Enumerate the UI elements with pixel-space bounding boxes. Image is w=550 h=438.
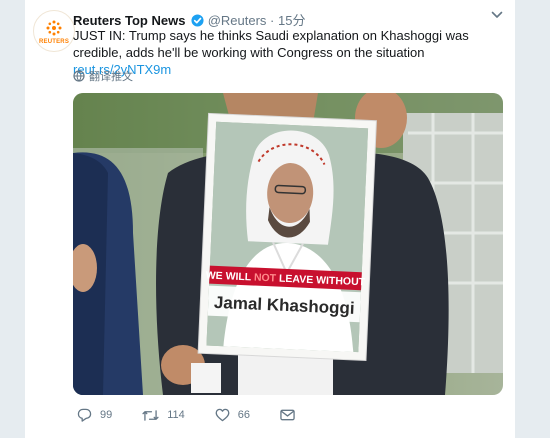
translate-tweet-link[interactable]: 翻译推文: [73, 68, 133, 84]
separator-dot: ·: [270, 13, 275, 28]
globe-icon: [73, 70, 85, 82]
like-button[interactable]: 66: [215, 408, 250, 422]
chevron-down-icon[interactable]: [491, 10, 503, 20]
tweet-photo[interactable]: WE WILL NOT LEAVE WITHOUT Jamal Khashogg…: [73, 93, 503, 395]
tweet-text: JUST IN: Trump says he thinks Saudi expl…: [73, 27, 503, 78]
verified-badge-icon: [191, 14, 204, 27]
tweet-card[interactable]: REUTERS Reuters Top News @Reuters · 15分 …: [24, 0, 516, 438]
heart-icon: [215, 408, 230, 422]
account-name[interactable]: Reuters Top News: [73, 13, 185, 28]
reply-button[interactable]: 99: [77, 408, 112, 422]
avatar[interactable]: REUTERS: [33, 10, 75, 52]
tweet-actions: 99 114 66: [77, 408, 325, 422]
reply-count: 99: [100, 409, 113, 421]
direct-message-button[interactable]: [280, 409, 295, 421]
retweet-icon: [142, 409, 159, 421]
avatar-label: REUTERS: [38, 38, 70, 45]
retweet-button[interactable]: 114: [142, 409, 185, 422]
account-handle[interactable]: @Reuters: [208, 13, 267, 28]
tweet-timestamp[interactable]: 15分: [278, 13, 305, 28]
protest-photo: WE WILL NOT LEAVE WITHOUT Jamal Khashogg…: [73, 93, 503, 395]
reuters-logo-icon: [46, 20, 62, 35]
tweet-body: JUST IN: Trump says he thinks Saudi expl…: [73, 28, 469, 60]
translate-label: 翻译推文: [89, 71, 133, 83]
retweet-count: 114: [167, 409, 185, 421]
reply-icon: [77, 408, 92, 422]
envelope-icon: [280, 409, 295, 421]
like-count: 66: [237, 409, 251, 421]
